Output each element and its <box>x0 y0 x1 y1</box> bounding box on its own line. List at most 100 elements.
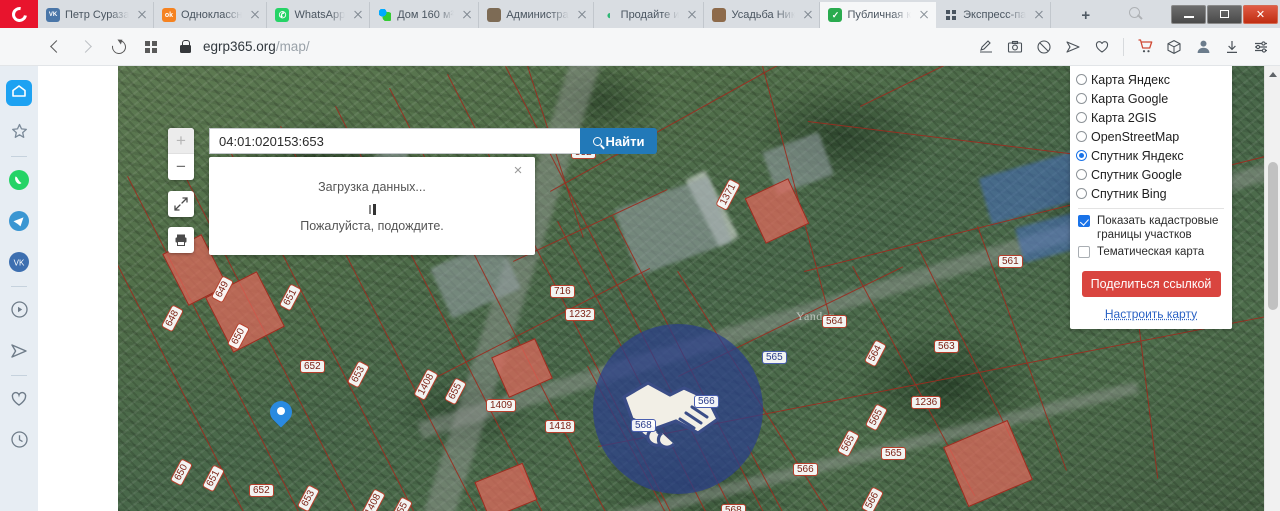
browser-tab-2[interactable]: ✆ WhatsApp <box>267 2 371 28</box>
messenger-icon[interactable] <box>1060 34 1086 60</box>
sidebar-item-whatsapp[interactable] <box>6 169 32 195</box>
layer-option-6[interactable]: Спутник Bing <box>1070 184 1232 203</box>
cadastral-label[interactable]: 651 <box>278 283 302 312</box>
sidebar-item-home[interactable] <box>6 80 32 106</box>
layer-option-1[interactable]: Карта Google <box>1070 89 1232 108</box>
cadastral-label[interactable]: 1418 <box>545 420 576 433</box>
checkbox[interactable] <box>1078 246 1090 258</box>
cadastral-label[interactable]: 568 <box>631 419 656 432</box>
tab-close-button[interactable] <box>574 7 590 23</box>
sidebar-item-history[interactable] <box>6 429 32 455</box>
tab-close-button[interactable] <box>247 7 263 23</box>
reload-button[interactable] <box>104 32 134 62</box>
cadastral-label[interactable]: 566 <box>860 486 884 511</box>
shopping-cart-icon[interactable] <box>1132 34 1158 60</box>
tab-close-button[interactable] <box>684 7 700 23</box>
sidebar-item-telegram[interactable] <box>6 210 32 236</box>
configure-map-link[interactable]: Настроить карту <box>1070 307 1232 321</box>
search-input[interactable] <box>209 128 580 154</box>
cadastral-label[interactable]: 652 <box>249 484 274 497</box>
cadastral-label[interactable]: 1408 <box>413 368 439 401</box>
cadastral-label[interactable]: 652 <box>300 360 325 373</box>
restore-button[interactable] <box>1207 4 1243 24</box>
browser-tab-6[interactable]: Усадьба Ник <box>704 2 821 28</box>
cadastral-label[interactable]: 565 <box>762 351 787 364</box>
layer-option-5[interactable]: Спутник Google <box>1070 165 1232 184</box>
speed-dial-button[interactable] <box>136 32 166 62</box>
back-button[interactable] <box>40 32 70 62</box>
cadastral-label[interactable]: 1232 <box>565 308 596 321</box>
browser-tab-4[interactable]: Администра <box>479 2 594 28</box>
parcel-polygon[interactable] <box>474 462 538 511</box>
sidebar-item-player[interactable] <box>6 299 32 325</box>
share-link-button[interactable]: Поделиться ссылкой <box>1081 271 1221 297</box>
handshake-badge[interactable] <box>593 324 763 494</box>
close-button[interactable]: ✕ <box>1243 4 1279 24</box>
cadastral-label[interactable]: 1236 <box>911 396 942 409</box>
minimize-button[interactable] <box>1171 4 1207 24</box>
tab-close-button[interactable] <box>350 7 366 23</box>
scroll-up-button[interactable] <box>1265 66 1280 82</box>
profile-icon[interactable] <box>1190 34 1216 60</box>
fullscreen-button[interactable] <box>168 191 194 217</box>
cadastral-label[interactable]: 650 <box>169 458 193 487</box>
sidebar-item-vk[interactable]: VK <box>6 251 32 277</box>
tab-search-icon[interactable] <box>1121 0 1149 28</box>
radio-button[interactable] <box>1076 150 1087 161</box>
layer-option-3[interactable]: OpenStreetMap <box>1070 127 1232 146</box>
cadastral-label[interactable]: 648 <box>160 304 184 333</box>
cadastral-label[interactable]: 565 <box>881 447 906 460</box>
cadastral-label[interactable]: 653 <box>296 484 320 511</box>
browser-tab-7[interactable]: ✓ Публичная к <box>820 2 937 28</box>
cadastral-label[interactable]: 716 <box>550 285 575 298</box>
easy-setup-icon[interactable] <box>1248 34 1274 60</box>
browser-tab-5[interactable]: ◖ Продайте и <box>593 2 705 28</box>
forward-button[interactable] <box>72 32 102 62</box>
ad-block-icon[interactable] <box>1031 34 1057 60</box>
browser-tab-1[interactable]: ok Одноклассн <box>154 2 268 28</box>
layer-option-0[interactable]: Карта Яндекс <box>1070 70 1232 89</box>
sidebar-item-bookmarks[interactable] <box>6 121 32 147</box>
search-button[interactable]: Найти <box>580 128 657 154</box>
cadastral-label[interactable]: 1408 <box>360 488 386 511</box>
downloads-icon[interactable] <box>1219 34 1245 60</box>
browser-tab-3[interactable]: Дом 160 м² <box>370 2 480 28</box>
cadastral-label[interactable]: 564 <box>863 339 887 368</box>
tab-close-button[interactable] <box>916 7 932 23</box>
cadastral-label[interactable]: 1371 <box>715 178 741 211</box>
cadastral-label[interactable]: 566 <box>793 463 818 476</box>
zoom-out-button[interactable]: − <box>168 154 194 180</box>
radio-button[interactable] <box>1076 188 1087 199</box>
browser-tab-8[interactable]: Экспресс-па <box>936 2 1052 28</box>
tab-close-button[interactable] <box>459 7 475 23</box>
radio-button[interactable] <box>1076 112 1087 123</box>
page-scrollbar[interactable] <box>1264 66 1280 511</box>
cadastral-label[interactable]: 653 <box>346 360 370 389</box>
address-bar[interactable]: egrp365.org/map/ <box>180 39 973 54</box>
radio-button[interactable] <box>1076 93 1087 104</box>
radio-button[interactable] <box>1076 74 1087 85</box>
cadastral-label[interactable]: 568 <box>721 504 746 511</box>
close-icon[interactable]: × <box>511 163 525 178</box>
heart-icon[interactable] <box>1089 34 1115 60</box>
cadastral-label[interactable]: 565 <box>864 403 888 432</box>
cadastral-label[interactable]: 563 <box>934 340 959 353</box>
radio-button[interactable] <box>1076 169 1087 180</box>
tab-close-button[interactable] <box>134 7 150 23</box>
opera-logo[interactable] <box>0 0 38 28</box>
new-tab-button[interactable]: + <box>1073 2 1099 28</box>
map-checkbox-0[interactable]: Показать кадастровые границы участков <box>1070 214 1232 242</box>
edit-page-icon[interactable] <box>973 34 999 60</box>
sidebar-item-favorites[interactable] <box>6 388 32 414</box>
browser-tab-0[interactable]: VK Петр Сураза <box>38 2 154 28</box>
scrollbar-thumb[interactable] <box>1268 162 1278 310</box>
cadastral-label[interactable]: 561 <box>998 255 1023 268</box>
cadastral-label[interactable]: 655 <box>389 496 413 511</box>
parcel-polygon[interactable] <box>744 178 810 244</box>
checkbox[interactable] <box>1078 215 1090 227</box>
cadastral-label[interactable]: 564 <box>822 315 847 328</box>
layer-option-4[interactable]: Спутник Яндекс <box>1070 146 1232 165</box>
snapshot-icon[interactable] <box>1002 34 1028 60</box>
cadastral-label[interactable]: 566 <box>694 395 719 408</box>
map-pin[interactable] <box>270 401 292 431</box>
